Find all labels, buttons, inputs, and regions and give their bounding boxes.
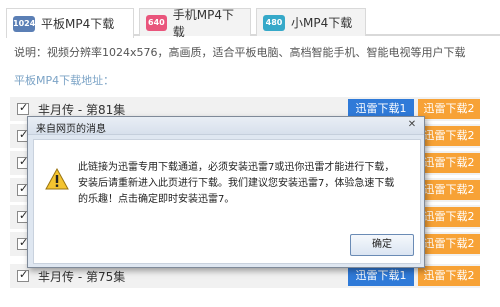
tab-small-mp4[interactable]: 480 小MP4下载 bbox=[256, 8, 366, 36]
thunder-download-2-button[interactable]: 迅雷下载2 bbox=[418, 234, 480, 254]
thunder-download-2-button[interactable]: 迅雷下载2 bbox=[418, 99, 480, 119]
thunder-download-2-button[interactable]: 迅雷下载2 bbox=[418, 126, 480, 146]
tab-badge: 1024 bbox=[13, 15, 35, 32]
tab-badge: 480 bbox=[263, 14, 285, 31]
dialog-title: 来自网页的消息 bbox=[36, 124, 106, 135]
episode-checkbox[interactable] bbox=[17, 268, 29, 282]
thunder-download-2-button[interactable]: 迅雷下载2 bbox=[418, 180, 480, 200]
tab-label: 手机MP4下载 bbox=[172, 7, 235, 39]
warning-icon bbox=[45, 168, 69, 190]
thunder-download-2-button[interactable]: 迅雷下载2 bbox=[418, 207, 480, 227]
dialog-message: 此链接为迅雷专用下载通道，必须安装迅雷7或迅你迅雷才能进行下载，安装后请重新进入… bbox=[78, 162, 395, 205]
tab-bar: 1024 平板MP4下载 640 手机MP4下载 480 小MP4下载 bbox=[6, 8, 500, 39]
section-label: 平板MP4下载地址： bbox=[14, 74, 115, 87]
thunder-download-1-button[interactable]: 迅雷下载1 bbox=[348, 266, 414, 286]
close-icon[interactable]: ✕ bbox=[404, 118, 420, 132]
episode-title: 芈月传 - 第75集 bbox=[38, 270, 126, 284]
alert-dialog: 来自网页的消息 ✕ 此链接为迅雷专用下载通道，必须安装迅雷7或迅你迅雷才能进行下… bbox=[27, 116, 425, 268]
ok-button[interactable]: 确定 bbox=[350, 234, 414, 256]
thunder-download-2-button[interactable]: 迅雷下载2 bbox=[418, 266, 480, 286]
tab-phone-mp4[interactable]: 640 手机MP4下载 bbox=[139, 8, 251, 39]
episode-checkbox[interactable] bbox=[17, 101, 29, 115]
thunder-download-2-button[interactable]: 迅雷下载2 bbox=[418, 153, 480, 173]
tab-badge: 640 bbox=[146, 14, 167, 31]
tab-label: 平板MP4下载 bbox=[41, 17, 115, 31]
tab-tablet-mp4[interactable]: 1024 平板MP4下载 bbox=[6, 8, 134, 38]
tab-label: 小MP4下载 bbox=[291, 16, 353, 30]
dialog-body: 此链接为迅雷专用下载通道，必须安装迅雷7或迅你迅雷才能进行下载，安装后请重新进入… bbox=[33, 139, 421, 264]
description-text: 说明：视频分辨率1024x576，高画质，适合平板电脑、高档智能手机、智能电视等… bbox=[14, 46, 466, 59]
dialog-titlebar[interactable]: 来自网页的消息 ✕ bbox=[28, 117, 424, 135]
